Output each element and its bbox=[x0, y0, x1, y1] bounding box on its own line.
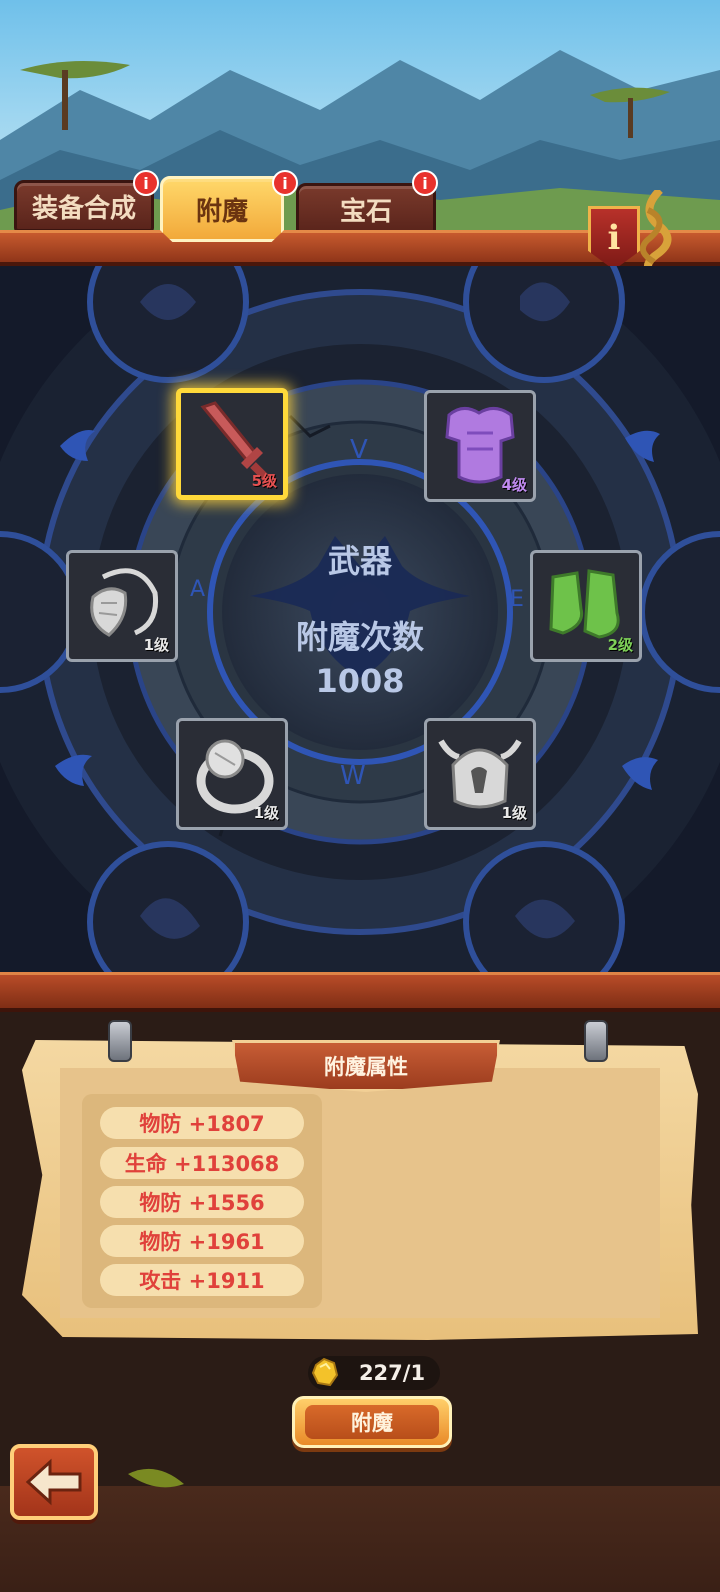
slot-level: 1级 bbox=[253, 804, 279, 822]
equipment-slot-helmet[interactable]: 1级 bbox=[424, 718, 536, 830]
enchant-button[interactable]: 附魔 bbox=[292, 1396, 452, 1448]
enchant-count-label: 附魔次数 bbox=[295, 618, 424, 656]
equipment-slot-necklace[interactable]: 1级 bbox=[66, 550, 178, 662]
tab-label: 附魔 bbox=[195, 196, 248, 227]
enchant-category: 武器 bbox=[327, 542, 392, 580]
bottom-wooden-plank bbox=[0, 972, 720, 1012]
hook-icon bbox=[108, 1020, 132, 1062]
slot-level: 4级 bbox=[501, 476, 527, 494]
leaf-icon bbox=[128, 1468, 184, 1488]
equipment-slot-boots[interactable]: 2级 bbox=[530, 550, 642, 662]
enchant-cost: 227/1 bbox=[358, 1361, 426, 1385]
attribute-row: 物防 +1807 bbox=[100, 1107, 304, 1139]
tab-label: 宝石 bbox=[339, 196, 392, 227]
attribute-row: 物防 +1556 bbox=[100, 1186, 304, 1218]
tab-label: 装备合成 bbox=[31, 193, 136, 224]
tab-active-enchant[interactable]: 附魔 bbox=[160, 176, 284, 242]
slot-level: 2级 bbox=[607, 636, 633, 654]
equipment-slot-armor[interactable]: 4级 bbox=[424, 390, 536, 502]
ground-strip bbox=[0, 1486, 720, 1592]
gold-ore-icon bbox=[311, 1357, 339, 1387]
notification-badge: i bbox=[272, 170, 298, 196]
notification-badge: i bbox=[412, 170, 438, 196]
svg-text:A: A bbox=[190, 577, 205, 602]
slot-level: 5级 bbox=[251, 472, 277, 490]
equipment-slot-weapon[interactable]: 5级 bbox=[176, 388, 288, 500]
enchant-button-label: 附魔 bbox=[305, 1405, 439, 1439]
attribute-row: 物防 +1961 bbox=[100, 1225, 304, 1257]
equipment-slot-ring[interactable]: 1级 bbox=[176, 718, 288, 830]
enchant-count-value: 1008 bbox=[315, 662, 405, 700]
notification-badge: i bbox=[133, 170, 159, 196]
slot-level: 1级 bbox=[143, 636, 169, 654]
attribute-row: 生命 +113068 bbox=[100, 1147, 304, 1179]
back-button[interactable] bbox=[10, 1444, 98, 1520]
attribute-row: 攻击 +1911 bbox=[100, 1264, 304, 1296]
svg-text:V: V bbox=[350, 435, 368, 465]
svg-text:E: E bbox=[510, 587, 524, 612]
enchant-rune-circle: V W A E 武器 附魔次数 1008 5级 4级 1级 2级 1级 1级 bbox=[0, 266, 720, 972]
hook-icon bbox=[584, 1020, 608, 1062]
back-arrow-icon bbox=[25, 1458, 82, 1506]
slot-level: 1级 bbox=[501, 804, 527, 822]
svg-text:W: W bbox=[340, 761, 366, 791]
attributes-title-banner: 附魔属性 bbox=[232, 1040, 500, 1092]
